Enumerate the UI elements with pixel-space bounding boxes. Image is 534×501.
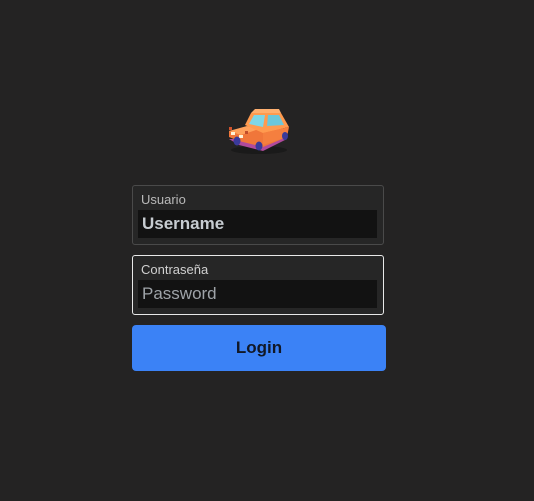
car-icon xyxy=(229,109,289,154)
login-page: Usuario Contraseña Login xyxy=(0,0,534,501)
password-field: Contraseña xyxy=(132,255,384,315)
password-label: Contraseña xyxy=(141,262,209,277)
username-field: Usuario xyxy=(132,185,384,245)
login-button[interactable]: Login xyxy=(132,325,386,371)
username-input[interactable] xyxy=(138,210,377,238)
username-label: Usuario xyxy=(141,192,186,207)
password-input[interactable] xyxy=(138,280,377,308)
